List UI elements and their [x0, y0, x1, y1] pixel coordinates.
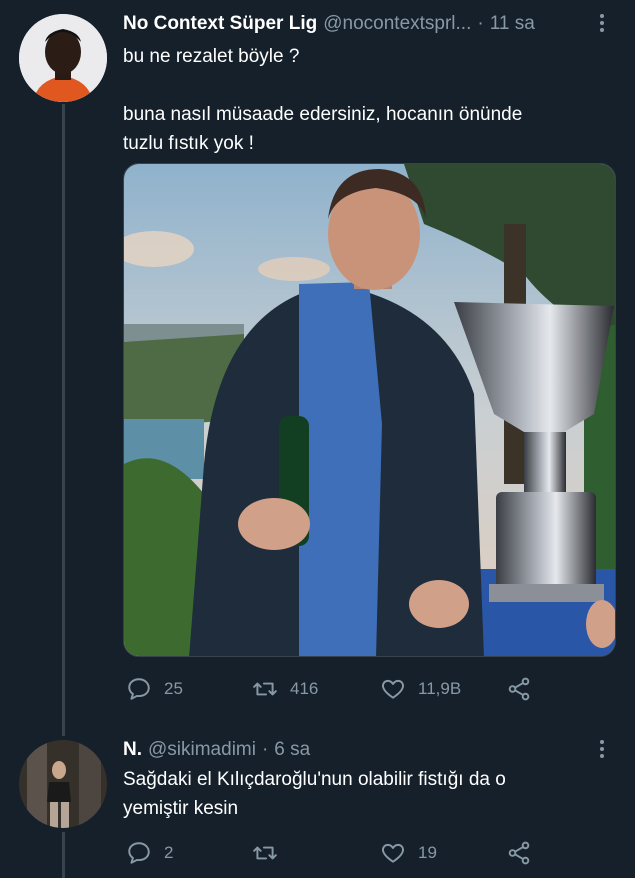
share-button[interactable] [506, 840, 532, 866]
like-count: 19 [418, 843, 437, 862]
author-name[interactable]: N. [123, 739, 142, 761]
author-handle[interactable]: @nocontextsprl... [323, 13, 471, 35]
photo-image [124, 164, 615, 656]
thread-connector-top [62, 104, 65, 736]
tweet-header: No Context Süper Lig @nocontextsprl... ·… [123, 13, 535, 35]
reply-count: 2 [164, 843, 174, 862]
avatar[interactable] [19, 740, 107, 828]
author-handle[interactable]: @sikimadimi [148, 739, 256, 761]
reply-icon [128, 842, 150, 864]
avatar-image [19, 740, 107, 828]
reply-button[interactable]: 2 [126, 840, 252, 866]
more-options-icon[interactable] [592, 737, 612, 761]
retweet-button[interactable] [252, 840, 380, 866]
tweet-header: N. @sikimadimi · 6 sa [123, 739, 310, 761]
avatar[interactable] [19, 14, 107, 102]
retweet-icon [253, 846, 277, 860]
timestamp[interactable]: 11 sa [490, 13, 535, 35]
like-button[interactable]: 11,9B [380, 676, 506, 702]
heart-icon [382, 843, 404, 863]
reply-count: 25 [164, 679, 183, 698]
tweet-actions: 25 416 11,9B [126, 676, 532, 702]
avatar-image [19, 14, 107, 102]
tweet-actions: 2 19 [126, 840, 532, 866]
author-name[interactable]: No Context Süper Lig [123, 13, 317, 35]
reply-icon [128, 678, 150, 700]
like-button[interactable]: 19 [380, 840, 506, 866]
more-options-icon[interactable] [592, 11, 612, 35]
share-button[interactable] [506, 676, 532, 702]
thread-connector-bottom [62, 832, 65, 878]
tweet-text: Sağdaki el Kılıçdaroğlu'nun olabilir fis… [123, 769, 506, 819]
retweet-icon [253, 682, 277, 696]
share-icon [508, 677, 530, 701]
retweet-button[interactable]: 416 [252, 676, 380, 702]
separator-dot: · [261, 739, 269, 760]
tweet-text: bu ne rezalet böyle ? buna nasıl müsaade… [123, 46, 523, 154]
retweet-count: 416 [290, 679, 319, 698]
timestamp[interactable]: 6 sa [274, 739, 310, 761]
like-count: 11,9B [418, 679, 462, 698]
share-icon [508, 841, 530, 865]
reply-button[interactable]: 25 [126, 676, 252, 702]
tweet-photo[interactable] [123, 163, 616, 657]
separator-dot: · [477, 13, 484, 34]
heart-icon [382, 679, 404, 699]
